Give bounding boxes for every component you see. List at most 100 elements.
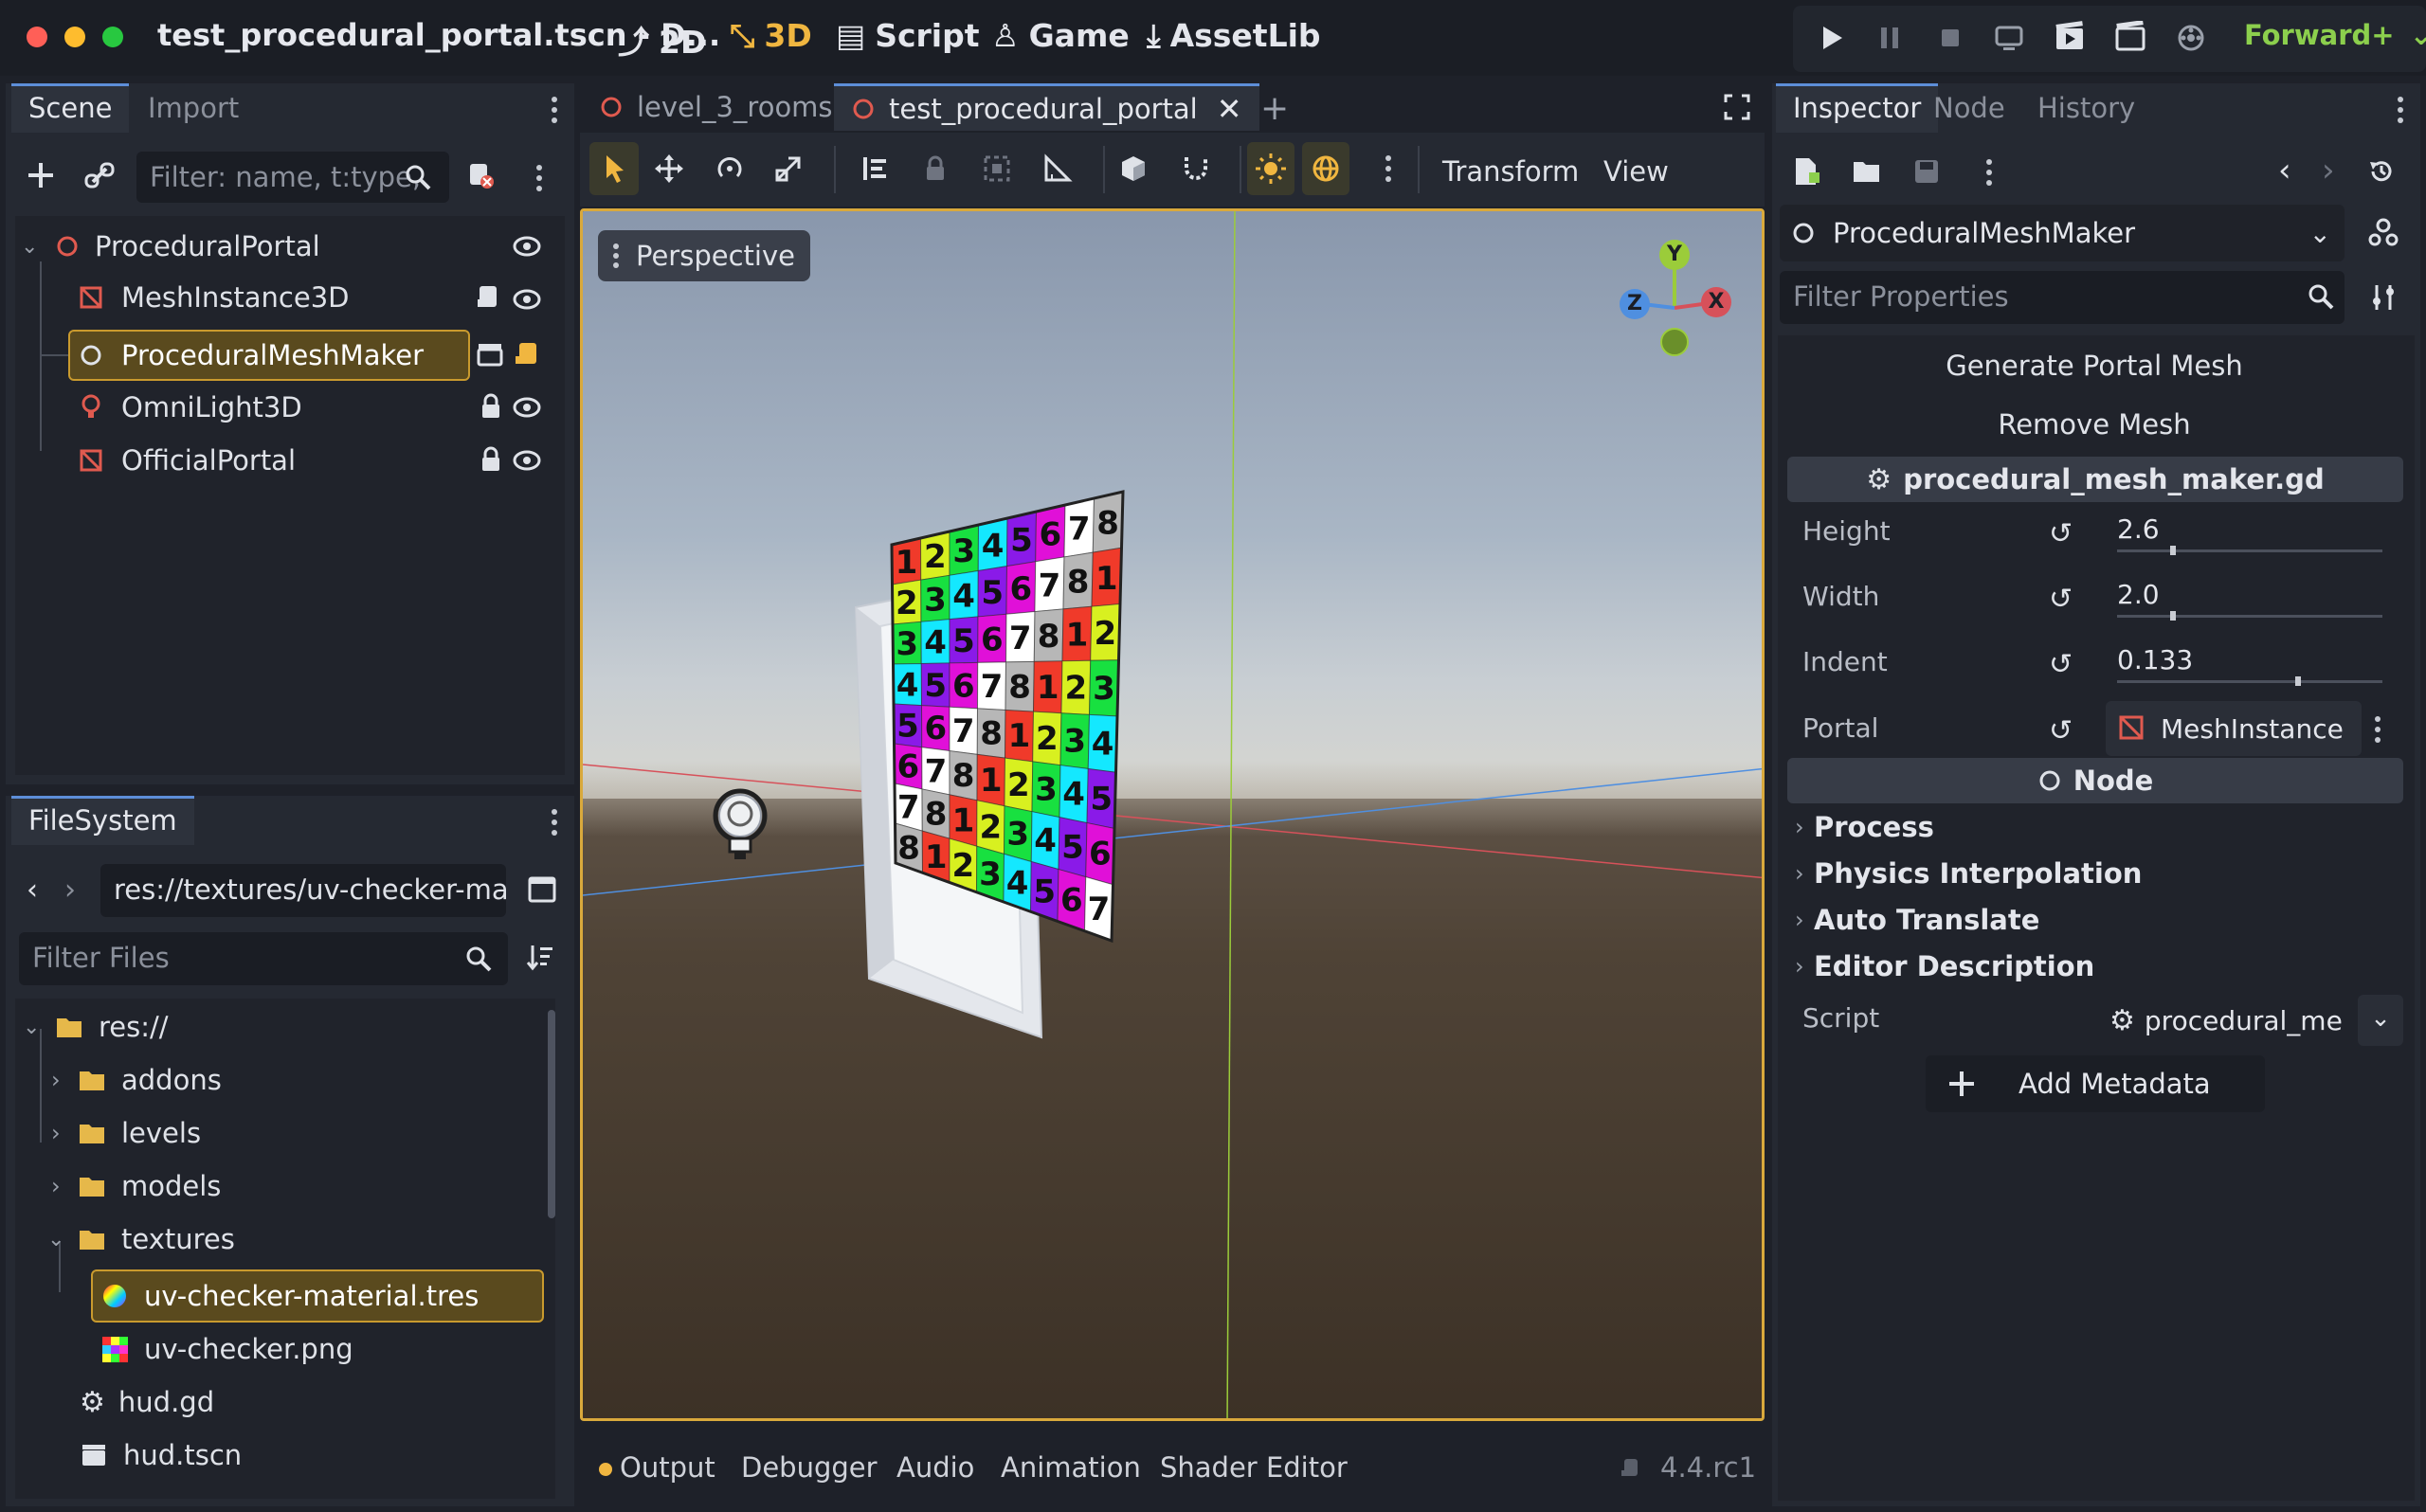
open-folder-icon[interactable] xyxy=(1852,157,1882,186)
section-editor-description[interactable]: › Editor Description xyxy=(1795,950,2094,982)
move-mode-icon[interactable] xyxy=(654,153,684,184)
section-physics-interpolation[interactable]: › Physics Interpolation xyxy=(1795,857,2142,890)
tab-import[interactable]: Import xyxy=(131,83,256,133)
inspector-tools-icon[interactable] xyxy=(2369,282,2398,313)
section-process[interactable]: › Process xyxy=(1795,811,1934,843)
tab-animation[interactable]: Animation xyxy=(1001,1451,1141,1484)
pause-icon[interactable] xyxy=(1873,21,1907,55)
lock-icon[interactable] xyxy=(478,392,504,421)
scene-filter-input[interactable]: Filter: name, t:type, xyxy=(136,152,449,203)
movie-maker-icon[interactable] xyxy=(2174,21,2208,55)
workspace-assetlib-button[interactable]: ⤓ AssetLib xyxy=(1147,17,1321,55)
ruler-icon[interactable] xyxy=(1042,153,1073,184)
tab-audio[interactable]: Audio xyxy=(896,1451,974,1484)
script-attached-icon[interactable] xyxy=(476,282,502,311)
tree-item-omnilight3d[interactable]: OmniLight3D xyxy=(78,387,302,428)
close-window-button[interactable] xyxy=(27,27,47,47)
history-back-icon[interactable]: ‹ xyxy=(2278,152,2291,189)
visibility-eye-icon[interactable] xyxy=(512,447,542,474)
revert-icon[interactable]: ↺ xyxy=(2049,648,2073,681)
generate-portal-mesh-button[interactable]: Generate Portal Mesh xyxy=(1785,339,2403,392)
play-icon[interactable] xyxy=(1814,21,1848,55)
recent-history-icon[interactable] xyxy=(2367,157,2396,186)
slider-knob[interactable] xyxy=(2294,676,2301,686)
gizmo-y[interactable]: Y xyxy=(1659,240,1690,270)
tree-item-proceduralmeshmaker[interactable]: ProceduralMeshMaker xyxy=(78,333,424,377)
tab-inspector[interactable]: Inspector xyxy=(1776,83,1939,133)
file-item-res[interactable]: ⌄ res:// xyxy=(23,1006,169,1048)
visibility-eye-icon[interactable] xyxy=(512,233,542,260)
scene-dock-menu-icon[interactable] xyxy=(552,97,557,128)
file-item-models[interactable]: › models xyxy=(51,1165,221,1207)
tab-scene[interactable]: Scene xyxy=(11,83,130,133)
slider-knob[interactable] xyxy=(2170,611,2176,621)
tab-output[interactable]: Output xyxy=(620,1451,715,1484)
property-portal-field[interactable]: MeshInstance xyxy=(2106,701,2362,756)
split-view-icon[interactable] xyxy=(527,875,557,904)
play-custom-scene-icon[interactable] xyxy=(2113,21,2147,55)
file-item-addons[interactable]: › addons xyxy=(51,1059,222,1101)
slider-knob[interactable] xyxy=(2170,546,2176,555)
perspective-menu-button[interactable]: Perspective xyxy=(598,230,810,281)
path-field[interactable]: res://textures/uv-checker-mat xyxy=(100,864,506,917)
view-menu[interactable]: View xyxy=(1603,155,1669,188)
object-selector[interactable]: ProceduralMeshMaker ⌄ xyxy=(1780,205,2345,261)
inspector-menu-icon[interactable] xyxy=(2398,97,2403,128)
section-auto-translate[interactable]: › Auto Translate xyxy=(1795,904,2039,936)
history-forward-icon[interactable]: › xyxy=(2322,152,2335,189)
rotate-mode-icon[interactable] xyxy=(715,153,745,184)
lock-icon[interactable] xyxy=(478,445,504,474)
property-width-field[interactable]: 2.0 xyxy=(2104,569,2398,622)
tree-item-proceduralportal[interactable]: ⌄ ProceduralPortal xyxy=(21,225,320,267)
tab-debugger[interactable]: Debugger xyxy=(741,1451,878,1484)
transform-menu[interactable]: Transform xyxy=(1442,155,1579,188)
preview-sun-button[interactable] xyxy=(1247,142,1294,195)
tab-node[interactable]: Node xyxy=(1916,83,2022,133)
file-item-uv-checker-material[interactable]: uv-checker-material.tres xyxy=(100,1275,479,1317)
filesystem-menu-icon[interactable] xyxy=(552,809,557,840)
gizmo-x[interactable]: X xyxy=(1701,287,1731,317)
scene-tree-menu-icon[interactable] xyxy=(536,165,542,196)
file-tree-scrollbar[interactable] xyxy=(548,1010,555,1218)
remote-debug-icon[interactable] xyxy=(1992,21,2026,55)
file-item-hud-tscn[interactable]: hud.tscn xyxy=(80,1434,242,1476)
play-scene-icon[interactable] xyxy=(2053,21,2087,55)
gizmo-z[interactable]: Z xyxy=(1620,289,1650,319)
property-script-field[interactable]: ⚙ procedural_me xyxy=(2106,995,2362,1046)
visibility-eye-icon[interactable] xyxy=(512,286,542,313)
zoom-window-button[interactable] xyxy=(102,27,123,47)
file-item-levels[interactable]: › levels xyxy=(51,1112,201,1154)
remove-mesh-button[interactable]: Remove Mesh xyxy=(1785,398,2403,451)
preview-environment-button[interactable] xyxy=(1302,142,1349,195)
chevron-down-icon[interactable]: ⌄ xyxy=(2358,995,2403,1046)
add-metadata-button[interactable]: Add Metadata xyxy=(1926,1055,2265,1112)
close-tab-icon[interactable]: ✕ xyxy=(1217,91,1242,127)
list-select-icon[interactable] xyxy=(860,153,891,184)
tree-item-officialportal[interactable]: OfficialPortal xyxy=(78,440,296,481)
node-docs-icon[interactable] xyxy=(2367,216,2399,248)
tree-item-meshinstance3d[interactable]: MeshInstance3D xyxy=(78,277,349,318)
3d-viewport[interactable]: 1234567823456781345678124567812356781234… xyxy=(580,208,1765,1421)
file-item-hud-gd[interactable]: ⚙ hud.gd xyxy=(80,1381,214,1423)
workspace-3d-button[interactable]: ⤡ 3D xyxy=(730,17,812,55)
revert-icon[interactable]: ↺ xyxy=(2049,583,2073,616)
revert-icon[interactable]: ↺ xyxy=(2049,714,2073,747)
tab-test-procedural-portal[interactable]: test_procedural_portal ✕ xyxy=(834,83,1259,131)
property-indent-field[interactable]: 0.133 xyxy=(2104,635,2398,688)
instance-scene-icon[interactable] xyxy=(83,159,116,191)
tab-shader-editor[interactable]: Shader Editor xyxy=(1160,1451,1348,1484)
tab-history[interactable]: History xyxy=(2020,83,2152,133)
back-arrow-icon[interactable]: ‹ xyxy=(27,873,38,907)
sort-icon[interactable] xyxy=(525,942,555,972)
portal-menu-icon[interactable] xyxy=(2375,716,2381,747)
scale-mode-icon[interactable] xyxy=(773,153,804,184)
snap-magnet-icon[interactable] xyxy=(1181,153,1211,184)
stop-icon[interactable] xyxy=(1933,21,1967,55)
resource-menu-icon[interactable] xyxy=(1986,159,1992,190)
add-node-icon[interactable] xyxy=(25,159,57,191)
select-mode-button[interactable] xyxy=(589,142,639,195)
workspace-script-button[interactable]: ▤ Script xyxy=(836,17,980,54)
viewport-more-icon[interactable] xyxy=(1385,155,1391,187)
tab-level-3-rooms[interactable]: level_3_rooms xyxy=(582,83,850,131)
clapperboard-icon[interactable] xyxy=(476,341,504,368)
